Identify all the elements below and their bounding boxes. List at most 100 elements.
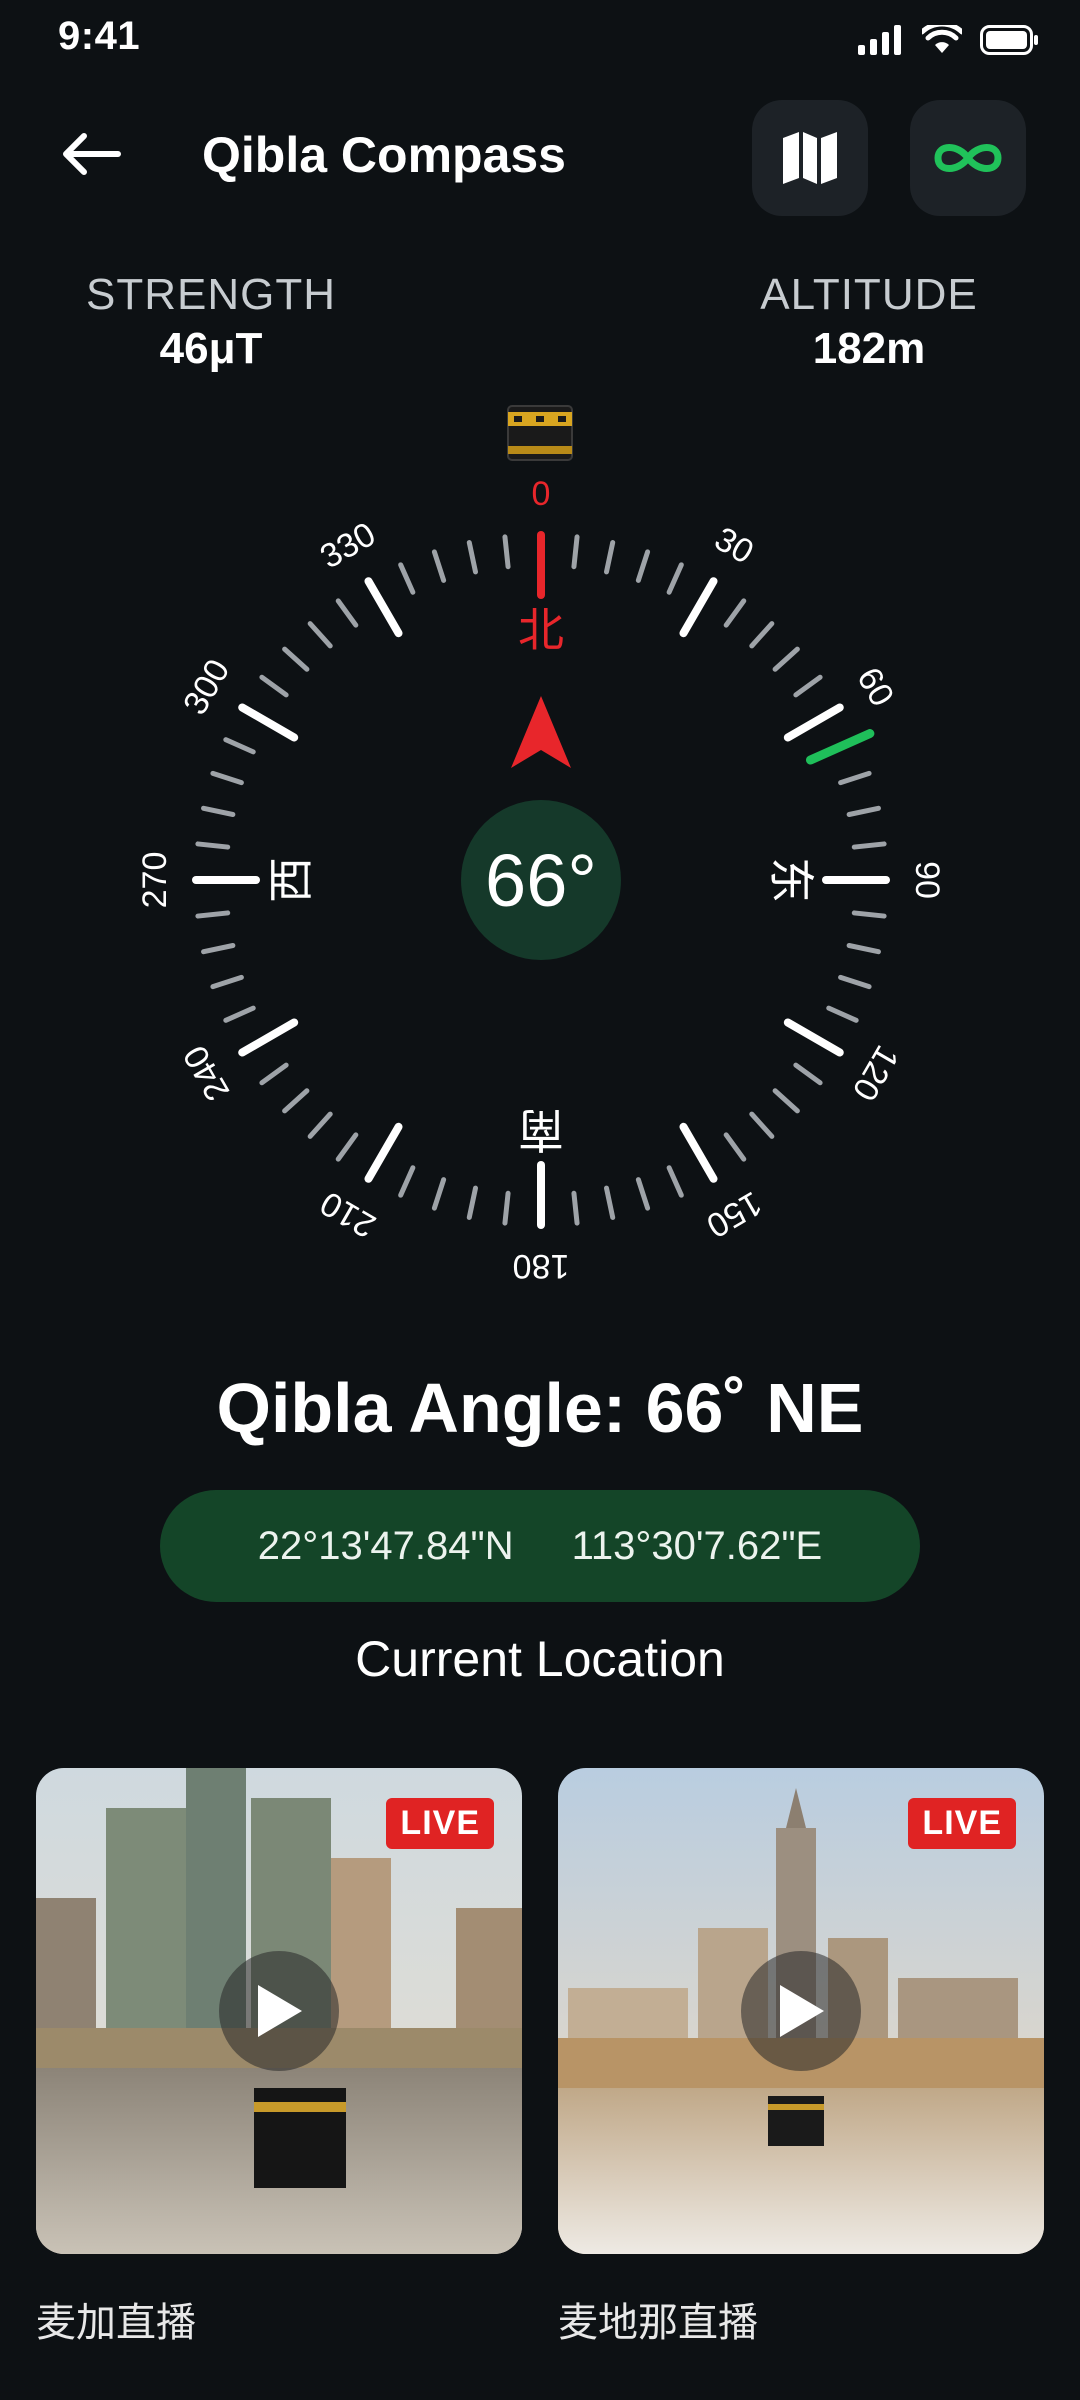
north-arrow-icon <box>511 696 571 768</box>
map-button[interactable] <box>752 100 868 216</box>
minor-tick <box>666 562 684 595</box>
major-tick <box>364 1122 403 1183</box>
minor-tick <box>749 621 775 649</box>
minor-tick <box>431 1177 447 1211</box>
coordinates-pill: 22°13'47.84"N 113°30'7.62"E <box>160 1490 920 1602</box>
stream-card-medina[interactable]: LIVE 麦地那直播 <box>558 1768 1044 2348</box>
minor-tick <box>210 974 244 990</box>
degree-label: 30 <box>708 520 760 572</box>
minor-tick <box>635 1177 651 1211</box>
minor-tick <box>502 534 511 570</box>
latitude-value: 22°13'47.84"N <box>257 1523 514 1568</box>
minor-tick <box>201 942 236 955</box>
degree-label: 60 <box>849 661 901 713</box>
play-button[interactable] <box>741 1951 861 2071</box>
arrow-left-icon <box>63 133 121 175</box>
heading-badge: 66° <box>461 800 621 960</box>
minor-tick <box>603 1185 616 1220</box>
minor-tick <box>793 1062 823 1086</box>
altitude-stat: ALTITUDE 182m <box>704 270 1034 374</box>
minor-tick <box>851 910 887 919</box>
minor-tick <box>195 910 231 919</box>
minor-tick <box>666 1165 684 1198</box>
minor-tick <box>259 674 289 698</box>
stream-title: 麦地那直播 <box>558 2301 758 2345</box>
minor-tick <box>466 540 479 575</box>
minor-tick <box>571 534 580 570</box>
degree-label: 330 <box>314 515 382 576</box>
minor-tick <box>223 737 256 755</box>
qibla-angle-text: Qibla Angle: 66˚ NE <box>216 1369 864 1447</box>
major-tick <box>783 703 844 742</box>
degree-label: 150 <box>700 1184 768 1245</box>
minor-tick <box>749 1111 775 1139</box>
map-icon <box>783 132 837 184</box>
major-tick <box>238 1018 299 1057</box>
minor-tick <box>793 674 823 698</box>
minor-tick <box>210 770 244 786</box>
degree-label: 120 <box>845 1039 906 1107</box>
minor-tick <box>502 1190 511 1226</box>
degree-label: 240 <box>176 1039 237 1107</box>
play-icon <box>258 1985 302 2037</box>
strength-label: STRENGTH <box>86 270 336 319</box>
minor-tick <box>838 974 872 990</box>
live-badge: LIVE <box>908 1798 1016 1849</box>
strength-stat: STRENGTH 46μT <box>46 270 376 374</box>
compass-dial: 0 30 60 90 120 150 180 210 240 270 300 330 北东南 西 66° <box>0 380 1080 1300</box>
minor-tick <box>723 1132 747 1162</box>
loop-button[interactable] <box>910 100 1026 216</box>
cardinal-south: 南 <box>518 1103 564 1157</box>
play-icon <box>780 1985 824 2037</box>
stream-thumbnail[interactable]: LIVE <box>558 1768 1044 2254</box>
battery-icon <box>980 25 1038 55</box>
stream-thumbnail[interactable]: LIVE <box>36 1768 522 2254</box>
minor-tick <box>846 942 881 955</box>
current-location-label: Current Location <box>355 1631 725 1687</box>
major-tick <box>783 1018 844 1057</box>
major-tick <box>238 703 299 742</box>
degree-label: 270 <box>136 852 174 909</box>
minor-tick <box>723 598 747 628</box>
live-badge: LIVE <box>386 1798 494 1849</box>
kaaba-icon <box>507 405 573 461</box>
minor-tick <box>282 1088 310 1114</box>
minor-tick <box>335 1132 359 1162</box>
cardinal-east: 东 <box>764 857 818 903</box>
minor-tick <box>772 1088 800 1114</box>
strength-value: 46μT <box>159 324 263 373</box>
back-button[interactable] <box>50 122 130 186</box>
degree-label: 210 <box>314 1184 382 1245</box>
play-button[interactable] <box>219 1951 339 2071</box>
app-header: Qibla Compass <box>0 96 1080 216</box>
minor-tick <box>201 805 236 818</box>
wifi-icon <box>922 25 962 53</box>
minor-tick <box>846 805 881 818</box>
degree-label: 90 <box>908 861 946 899</box>
signal-icon <box>858 25 901 55</box>
status-time: 9:41 <box>58 14 141 58</box>
minor-tick <box>398 562 416 595</box>
minor-tick <box>335 598 359 628</box>
major-tick <box>679 577 718 638</box>
degree-label: 300 <box>176 653 237 721</box>
minor-tick <box>259 1062 289 1086</box>
minor-tick <box>282 646 310 672</box>
minor-tick <box>223 1005 256 1023</box>
minor-tick <box>398 1165 416 1198</box>
minor-tick <box>307 621 333 649</box>
status-icons <box>858 22 1038 58</box>
minor-tick <box>431 549 447 583</box>
major-tick <box>364 577 403 638</box>
minor-tick <box>838 770 872 786</box>
altitude-value: 182m <box>812 324 926 373</box>
altitude-label: ALTITUDE <box>760 270 978 319</box>
minor-tick <box>603 540 616 575</box>
stream-card-mecca[interactable]: LIVE 麦加直播 <box>36 1768 522 2348</box>
qibla-marker <box>805 729 875 765</box>
minor-tick <box>571 1190 580 1226</box>
minor-tick <box>307 1111 333 1139</box>
cardinal-west: 西 <box>264 857 318 903</box>
minor-tick <box>772 646 800 672</box>
major-tick <box>679 1122 718 1183</box>
